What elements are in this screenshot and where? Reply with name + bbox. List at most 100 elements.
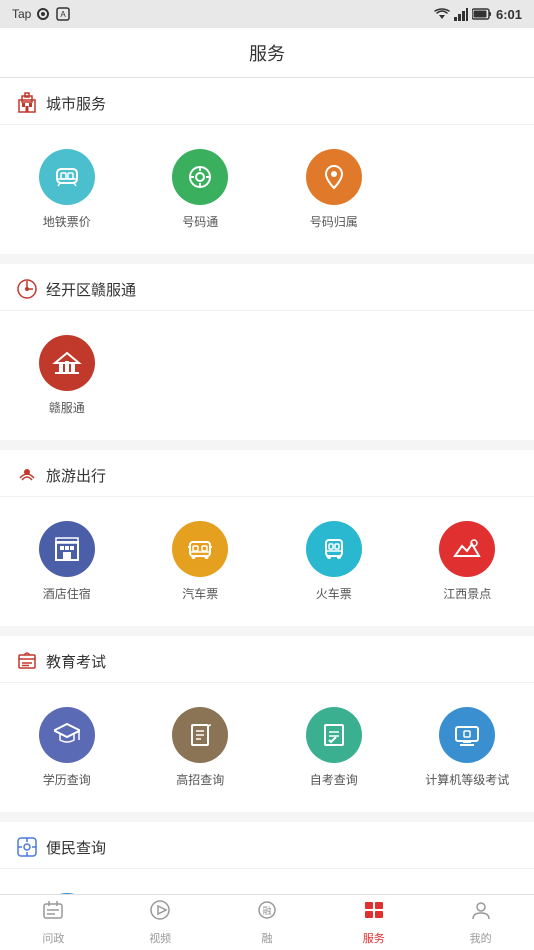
gan-fu-tong-icon (39, 335, 95, 391)
svg-text:A: A (61, 10, 67, 19)
gaokao-query-label: 高招查询 (176, 771, 224, 788)
convenient-service-header: 便民查询 (0, 822, 534, 869)
econ-service-items: 赣服通 (0, 311, 534, 440)
edu-service-title: 教育考试 (46, 651, 106, 672)
bus-ticket-item[interactable]: 汽车票 (134, 513, 268, 610)
battery-icon (472, 8, 492, 20)
wenzhen-label: 问政 (42, 930, 64, 946)
self-exam-item[interactable]: 自考查询 (267, 699, 401, 796)
edu-query-icon (39, 707, 95, 763)
computer-exam-item[interactable]: 计算机等级考试 (401, 699, 534, 796)
nav-wenzhen[interactable]: 问政 (0, 899, 107, 946)
video-label: 视频 (149, 930, 171, 946)
gan-fu-tong-label: 赣服通 (49, 399, 85, 416)
service-icon (363, 899, 385, 927)
convenient-item[interactable] (0, 885, 134, 894)
rong-icon: 融 (256, 899, 278, 927)
number-pass-label: 号码通 (182, 213, 218, 230)
scenic-svg (452, 534, 482, 564)
edu-icon (16, 650, 38, 672)
train-svg (319, 534, 349, 564)
hotel-label: 酒店住宿 (43, 585, 91, 602)
bus-ticket-icon (172, 521, 228, 577)
city-service-header: 城市服务 (0, 78, 534, 125)
status-right: 6:01 (434, 7, 522, 22)
svg-text:融: 融 (262, 906, 271, 916)
edu-query-svg (52, 720, 82, 750)
gaokao-svg (185, 720, 215, 750)
time-label: 6:01 (496, 7, 522, 22)
a-icon: A (55, 6, 71, 22)
number-attr-item[interactable]: 号码归属 (267, 141, 401, 238)
tap-label: Tap (12, 7, 31, 21)
self-exam-label: 自考查询 (310, 771, 358, 788)
edu-service-header: 教育考试 (0, 636, 534, 683)
rong-label: 融 (261, 930, 272, 946)
edu-query-item[interactable]: 学历查询 (0, 699, 134, 796)
subway-svg (52, 162, 82, 192)
travel-service-items: 酒店住宿 汽车票 (0, 497, 534, 626)
gan-fu-tong-item[interactable]: 赣服通 (0, 327, 134, 424)
self-exam-svg (319, 720, 349, 750)
signal-icon (454, 7, 468, 21)
convenient-service-icon (16, 836, 38, 858)
page-title: 服务 (249, 40, 285, 66)
hotel-svg (52, 534, 82, 564)
self-exam-icon (306, 707, 362, 763)
main-content: 城市服务 地铁票价 (0, 78, 534, 894)
scenic-icon (439, 521, 495, 577)
city-service-title: 城市服务 (46, 93, 106, 114)
subway-ticket-item[interactable]: 地铁票价 (0, 141, 134, 238)
bottom-nav: 问政 视频 融 融 服务 (0, 894, 534, 950)
rong-svg: 融 (256, 899, 278, 921)
nav-rong[interactable]: 融 融 (214, 899, 321, 946)
city-service-section: 城市服务 地铁票价 (0, 78, 534, 254)
econ-service-icon (16, 278, 38, 300)
train-ticket-label: 火车票 (316, 585, 352, 602)
wenzhen-svg (42, 899, 64, 921)
edu-service-items: 学历查询 高招查询 (0, 683, 534, 812)
nav-service[interactable]: 服务 (320, 899, 427, 946)
edu-query-label: 学历查询 (43, 771, 91, 788)
number-attr-icon (306, 149, 362, 205)
city-icon (16, 92, 38, 114)
number-pass-svg (185, 162, 215, 192)
travel-service-title: 旅游出行 (46, 465, 106, 486)
service-nav-label: 服务 (363, 930, 385, 946)
nav-mine[interactable]: 我的 (427, 899, 534, 946)
wifi-icon (434, 7, 450, 21)
nav-video[interactable]: 视频 (107, 899, 214, 946)
status-left: Tap A (12, 6, 71, 22)
gaokao-query-icon (172, 707, 228, 763)
travel-service-header: 旅游出行 (0, 450, 534, 497)
computer-exam-icon (439, 707, 495, 763)
train-ticket-item[interactable]: 火车票 (267, 513, 401, 610)
econ-service-header: 经开区赣服通 (0, 264, 534, 311)
gan-svg (51, 347, 83, 379)
scenic-item[interactable]: 江西景点 (401, 513, 534, 610)
convenient-icon (16, 836, 38, 858)
convenient-service-items (0, 869, 534, 894)
econ-icon (16, 278, 38, 300)
travel-service-section: 旅游出行 酒店住宿 (0, 450, 534, 626)
mine-svg (470, 899, 492, 921)
number-pass-item[interactable]: 号码通 (134, 141, 268, 238)
gaokao-query-item[interactable]: 高招查询 (134, 699, 268, 796)
scenic-label: 江西景点 (443, 585, 491, 602)
econ-service-title: 经开区赣服通 (46, 279, 136, 300)
number-attr-label: 号码归属 (310, 213, 358, 230)
econ-service-section: 经开区赣服通 赣服通 (0, 264, 534, 440)
travel-service-icon (16, 464, 38, 486)
video-icon (149, 899, 171, 927)
hotel-item[interactable]: 酒店住宿 (0, 513, 134, 610)
service-svg (363, 899, 385, 921)
bus-ticket-label: 汽车票 (182, 585, 218, 602)
computer-exam-label: 计算机等级考试 (425, 771, 509, 788)
city-service-items: 地铁票价 号码通 (0, 125, 534, 254)
train-ticket-icon (306, 521, 362, 577)
number-pass-icon (172, 149, 228, 205)
video-svg (149, 899, 171, 921)
edu-service-section: 教育考试 学历查询 (0, 636, 534, 812)
subway-ticket-label: 地铁票价 (43, 213, 91, 230)
mine-icon (470, 899, 492, 927)
